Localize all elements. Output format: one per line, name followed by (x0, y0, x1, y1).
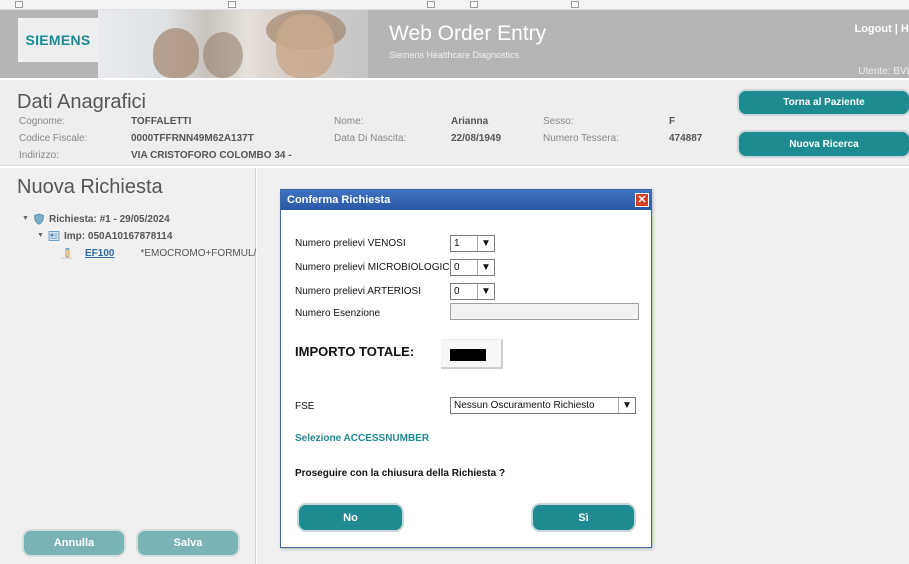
venosi-select[interactable]: 1 ▼ (450, 235, 495, 252)
photo-figure (153, 28, 199, 78)
user-label: Utente: BVLI (858, 66, 909, 77)
shield-icon (33, 213, 45, 225)
codice-fiscale-value: 0000TFFRNN49M62A137T (131, 133, 254, 144)
checkbox-icon (571, 1, 579, 8)
app-subtitle: Siemens Healthcare Diagnostics (389, 50, 520, 60)
patient-data-panel: Dati Anagrafici Cognome: TOFFALETTI Codi… (0, 80, 909, 166)
codice-fiscale-label: Codice Fiscale: (19, 133, 88, 144)
indirizzo-value: VIA CRISTOFORO COLOMBO 34 - (131, 150, 292, 161)
venosi-label: Numero prelievi VENOSI (295, 238, 406, 249)
redacted-amount (450, 349, 486, 361)
collapse-icon[interactable]: ▼ (22, 215, 30, 223)
photo-figure (203, 32, 243, 78)
siemens-logo: SIEMENS (18, 18, 98, 62)
arteriosi-select[interactable]: 0 ▼ (450, 283, 495, 300)
tree-node-impegnativa[interactable]: ▼ Imp: 050A10167878114 (37, 230, 172, 242)
photo-figure (276, 14, 334, 78)
fse-selected-value: Nessun Oscuramento Richiesto (454, 400, 595, 411)
data-nascita-label: Data Di Nascita: (334, 133, 407, 144)
salva-button[interactable]: Salva (136, 529, 240, 557)
app-title: Web Order Entry (389, 22, 547, 45)
request-section-title: Nuova Richiesta (17, 176, 163, 198)
document-icon (48, 230, 60, 242)
indirizzo-label: Indirizzo: (19, 150, 60, 161)
confirm-question: Proseguire con la chiusura della Richies… (295, 468, 506, 479)
checkbox-icon (15, 1, 23, 8)
numero-tessera-label: Numero Tessera: (543, 133, 619, 144)
nuova-ricerca-button[interactable]: Nuova Ricerca (737, 130, 909, 158)
cognome-label: Cognome: (19, 116, 66, 127)
si-button[interactable]: Sì (531, 503, 636, 532)
sesso-label: Sesso: (543, 116, 574, 127)
microbiologici-label: Numero prelievi MICROBIOLOGICI (295, 262, 453, 273)
checkbox-icon (228, 1, 236, 8)
selezione-accessnumber-link[interactable]: Selezione ACCESSNUMBER (295, 433, 429, 444)
collapse-icon[interactable]: ▼ (37, 232, 45, 240)
tree-node-exam[interactable]: EF100 *EMOCROMO+FORMUL/ (61, 247, 256, 259)
no-button[interactable]: No (297, 503, 404, 532)
microbiologici-select[interactable]: 0 ▼ (450, 259, 495, 276)
dialog-title: Conferma Richiesta ✕ (281, 190, 651, 210)
numero-tessera-value: 474887 (669, 133, 703, 144)
checkbox-icon (470, 1, 478, 8)
chevron-down-icon[interactable]: ▼ (477, 260, 494, 275)
dialog-title-text: Conferma Richiesta (287, 194, 391, 206)
arteriosi-selected-value: 0 (454, 286, 460, 297)
chevron-down-icon[interactable]: ▼ (618, 398, 635, 413)
tree-impegnativa-label: Imp: 050A10167878114 (64, 230, 173, 242)
exam-code-link[interactable]: EF100 (85, 248, 114, 259)
patient-section-title: Dati Anagrafici (17, 91, 146, 113)
exam-tube-icon (61, 247, 73, 259)
fse-label: FSE (295, 401, 315, 412)
tree-request-label: Richiesta: #1 - 29/05/2024 (49, 213, 170, 225)
tree-node-request[interactable]: ▼ Richiesta: #1 - 29/05/2024 (22, 213, 170, 225)
esenzione-input (450, 303, 639, 320)
exam-description: *EMOCROMO+FORMUL/ (140, 247, 257, 259)
torna-al-paziente-button[interactable]: Torna al Paziente (737, 89, 909, 116)
fse-select[interactable]: Nessun Oscuramento Richiesto ▼ (450, 397, 636, 414)
arteriosi-label: Numero prelievi ARTERIOSI (295, 286, 421, 297)
close-icon[interactable]: ✕ (635, 193, 649, 207)
chevron-down-icon[interactable]: ▼ (477, 284, 494, 299)
nome-value: Arianna (451, 116, 489, 127)
browser-top-strip (0, 0, 909, 10)
importo-totale-value (441, 339, 503, 369)
venosi-selected-value: 1 (454, 238, 460, 249)
logout-help-links[interactable]: Logout | He (854, 23, 909, 35)
header-photo-banner (98, 10, 368, 78)
cognome-value: TOFFALETTI (131, 116, 192, 127)
importo-totale-label: IMPORTO TOTALE: (295, 344, 415, 359)
app-header: SIEMENS Web Order Entry Siemens Healthca… (0, 10, 909, 78)
checkbox-icon (427, 1, 435, 8)
request-panel: Nuova Richiesta ▼ Richiesta: #1 - 29/05/… (0, 168, 256, 564)
data-nascita-value: 22/08/1949 (451, 133, 502, 144)
esenzione-label: Numero Esenzione (295, 308, 381, 319)
nome-label: Nome: (334, 116, 364, 127)
conferma-richiesta-dialog: Conferma Richiesta ✕ Numero prelievi VEN… (280, 189, 652, 548)
microbiologici-selected-value: 0 (454, 262, 460, 273)
chevron-down-icon[interactable]: ▼ (477, 236, 494, 251)
annulla-button[interactable]: Annulla (22, 529, 126, 557)
sesso-value: F (669, 116, 676, 127)
